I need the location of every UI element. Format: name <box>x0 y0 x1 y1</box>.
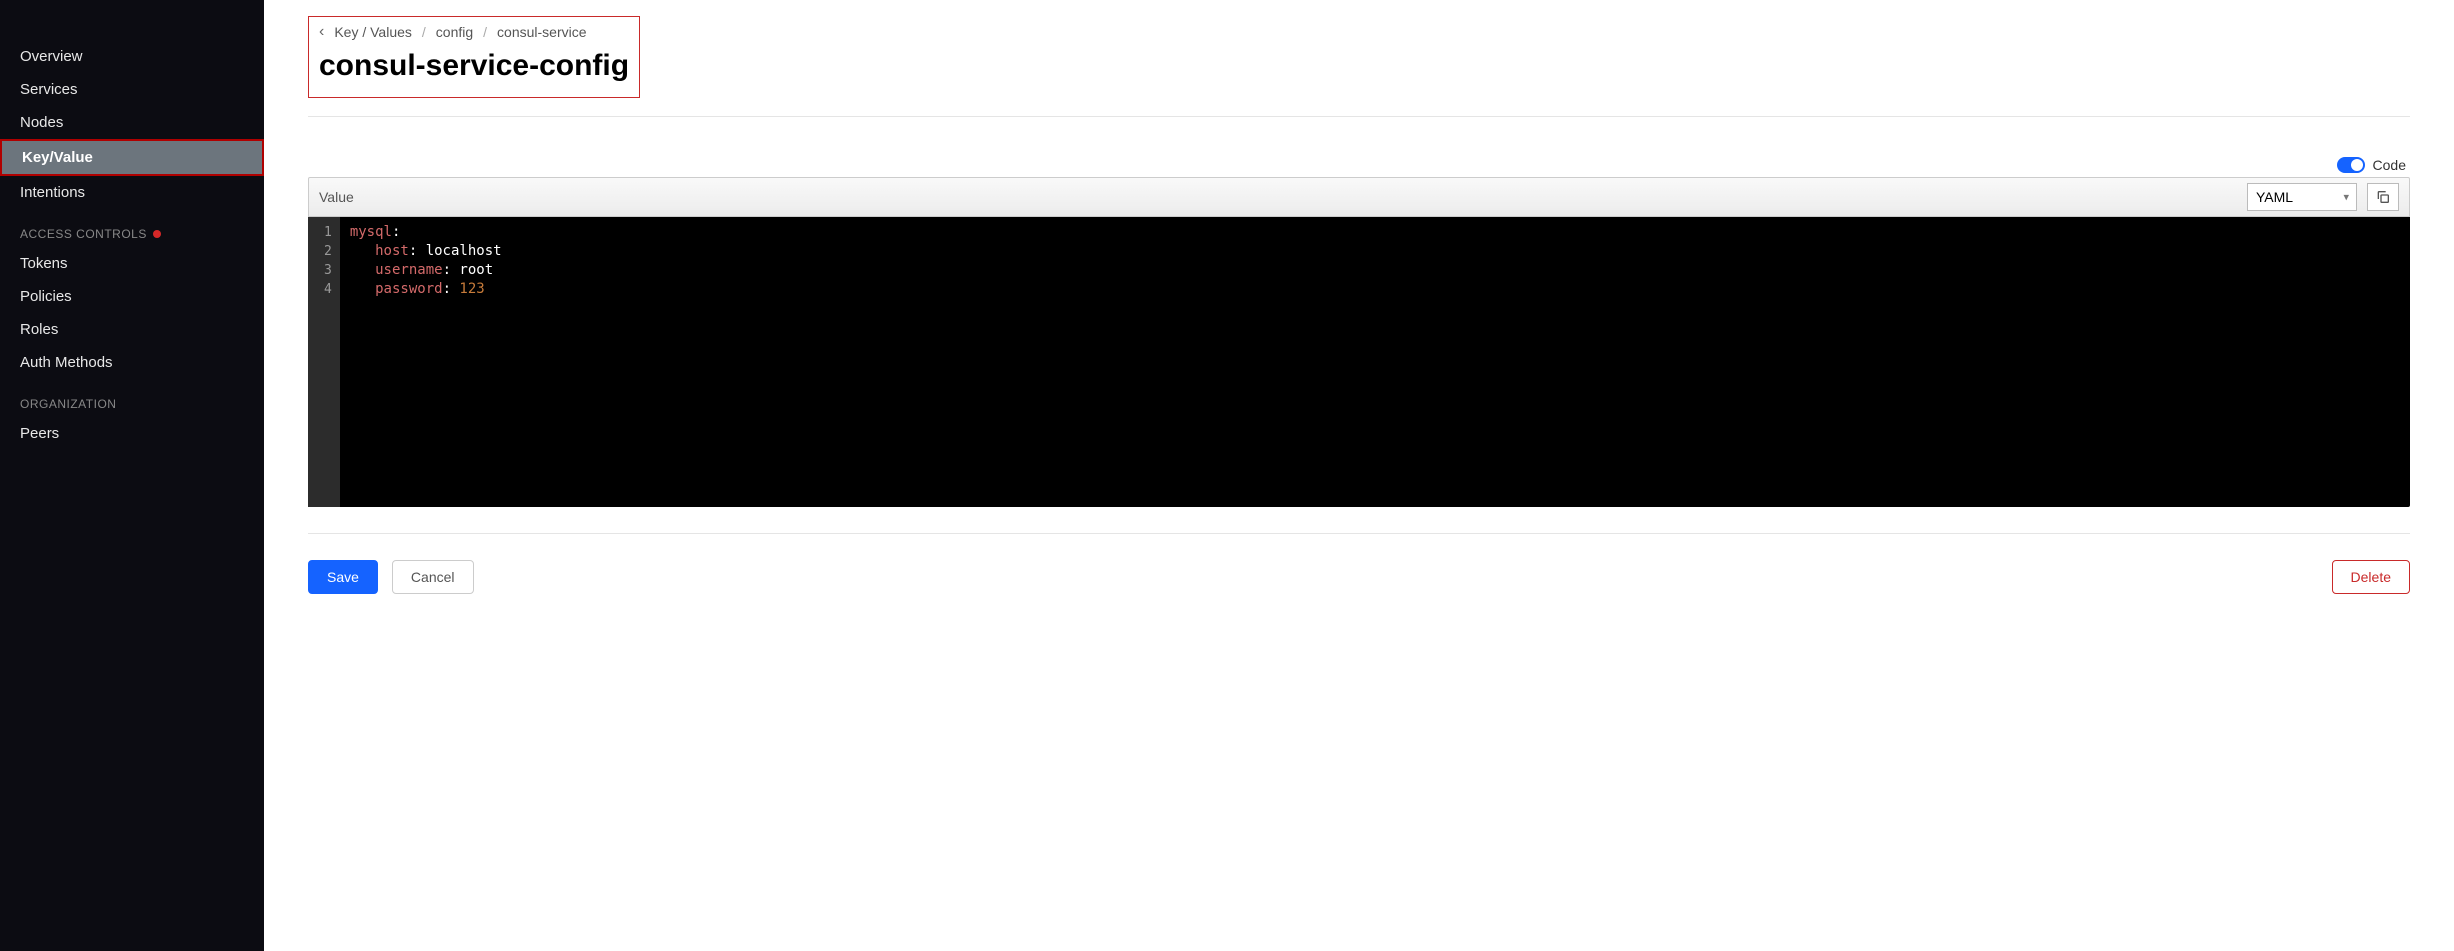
value-toolbar: Value YAML <box>308 177 2410 217</box>
page-title: consul-service-config <box>319 49 629 83</box>
heading-text: ORGANIZATION <box>20 397 116 411</box>
sidebar-item-nodes[interactable]: Nodes <box>0 106 264 139</box>
action-bar: Save Cancel Delete <box>308 560 2410 594</box>
delete-button[interactable]: Delete <box>2332 560 2410 594</box>
copy-button[interactable] <box>2367 183 2399 211</box>
status-dot-icon <box>153 230 161 238</box>
heading-text: ACCESS CONTROLS <box>20 227 147 241</box>
header-highlight-box: ‹ Key / Values / config / consul-service… <box>308 16 640 98</box>
sidebar-item-auth-methods[interactable]: Auth Methods <box>0 346 264 379</box>
sidebar-item-peers[interactable]: Peers <box>0 417 264 450</box>
format-select-wrap: YAML <box>2247 183 2357 211</box>
breadcrumb: ‹ Key / Values / config / consul-service <box>319 23 629 41</box>
access-controls-heading: ACCESS CONTROLS <box>0 209 264 247</box>
breadcrumb-sep: / <box>483 24 487 40</box>
sidebar-item-overview[interactable]: Overview <box>0 40 264 73</box>
breadcrumb-part[interactable]: config <box>436 24 473 40</box>
sidebar-item-policies[interactable]: Policies <box>0 280 264 313</box>
breadcrumb-sep: / <box>422 24 426 40</box>
main-content: ‹ Key / Values / config / consul-service… <box>264 0 2454 951</box>
sidebar: OverviewServicesNodesKey/ValueIntentions… <box>0 0 264 951</box>
divider <box>308 533 2410 534</box>
sidebar-item-key-value[interactable]: Key/Value <box>0 139 264 176</box>
sidebar-item-tokens[interactable]: Tokens <box>0 247 264 280</box>
code-toggle-label: Code <box>2373 157 2406 173</box>
sidebar-item-roles[interactable]: Roles <box>0 313 264 346</box>
editor-code[interactable]: mysql: host: localhost username: root pa… <box>340 217 512 507</box>
cancel-button[interactable]: Cancel <box>392 560 474 594</box>
code-toggle-row: Code <box>308 157 2410 173</box>
sidebar-item-services[interactable]: Services <box>0 73 264 106</box>
code-toggle[interactable] <box>2337 157 2365 173</box>
code-editor[interactable]: 1234 mysql: host: localhost username: ro… <box>308 217 2410 507</box>
value-label: Value <box>319 189 2237 205</box>
save-button[interactable]: Save <box>308 560 378 594</box>
format-select[interactable]: YAML <box>2247 183 2357 211</box>
editor-gutter: 1234 <box>308 217 340 507</box>
copy-icon <box>2375 189 2391 205</box>
chevron-left-icon[interactable]: ‹ <box>319 23 324 41</box>
divider <box>308 116 2410 117</box>
breadcrumb-part[interactable]: consul-service <box>497 24 586 40</box>
organization-heading: ORGANIZATION <box>0 379 264 417</box>
sidebar-item-intentions[interactable]: Intentions <box>0 176 264 209</box>
breadcrumb-root[interactable]: Key / Values <box>334 24 412 40</box>
